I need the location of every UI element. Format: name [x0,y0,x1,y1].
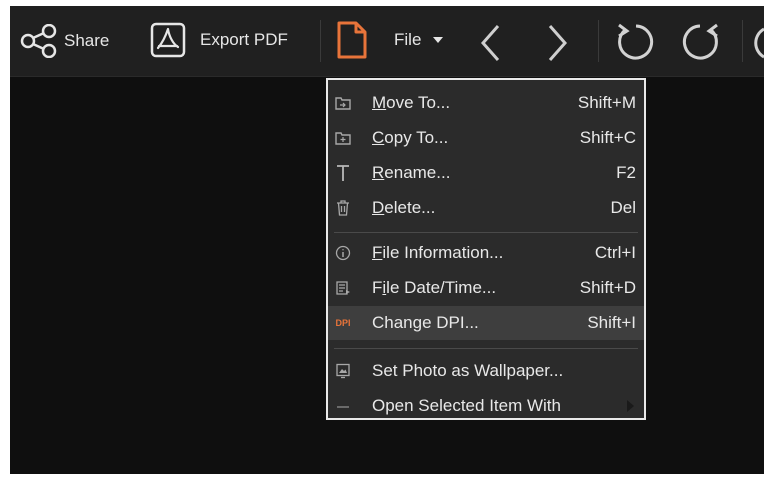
rotate-right-icon [678,21,722,63]
chevron-left-icon [478,23,504,63]
menu-item-open-with[interactable]: Open Selected Item With [328,389,644,423]
export-pdf-button[interactable]: Export PDF [150,22,288,58]
chevron-right-icon [544,23,570,63]
trash-icon [332,197,354,219]
file-dropdown-menu: Move To... Shift+M Copy To... Shift+C Re… [326,78,646,420]
partial-icon [752,23,764,63]
menu-item-label: Open Selected Item With [372,396,561,415]
menu-item-label: File Information... [372,243,504,262]
open-with-icon [332,395,354,417]
folder-move-icon [332,92,354,114]
menu-item-delete[interactable]: Delete... Del [328,191,644,225]
next-button[interactable] [544,23,570,63]
rotate-right-button[interactable] [678,21,722,63]
menu-item-label: File Date/Time... [372,278,497,297]
menu-item-label: Move To... [372,93,451,112]
dpi-icon: DPI [335,318,351,328]
share-button[interactable]: Share [20,24,109,58]
toolbar-divider [742,20,743,62]
menu-item-file-date-time[interactable]: File Date/Time... Shift+D [328,271,644,305]
rotate-left-button[interactable] [614,21,658,63]
menu-separator [334,232,638,233]
wallpaper-icon [332,360,354,382]
menu-item-shortcut: Del [610,198,636,217]
toolbar: Share Export PDF File [10,6,764,77]
file-menu-button[interactable]: File [336,20,444,60]
menu-item-label: Copy To... [372,128,449,147]
menu-separator [334,348,638,349]
menu-item-file-information[interactable]: File Information... Ctrl+I [328,236,644,270]
file-date-icon [332,277,354,299]
share-label: Share [64,31,110,50]
submenu-arrow-icon [627,400,634,412]
folder-copy-icon [332,127,354,149]
menu-item-label: Rename... [372,163,451,182]
toolbar-divider [320,20,321,62]
menu-item-shortcut: Ctrl+I [594,243,636,262]
file-menu-label: File [394,30,422,49]
pdf-icon [150,22,186,58]
file-icon [336,20,368,60]
overflow-tool-button[interactable] [752,23,764,63]
menu-item-label: Delete... [372,198,436,217]
toolbar-divider [598,20,599,62]
menu-item-rename[interactable]: Rename... F2 [328,156,644,190]
menu-item-set-wallpaper[interactable]: Set Photo as Wallpaper... [328,354,644,388]
rotate-left-icon [614,21,658,63]
previous-button[interactable] [478,23,504,63]
rename-icon [332,162,354,184]
menu-item-copy-to[interactable]: Copy To... Shift+C [328,121,644,155]
share-icon [20,24,58,58]
menu-item-shortcut: Shift+M [577,93,636,112]
menu-item-shortcut: Shift+I [587,313,636,332]
dropdown-caret-icon [433,36,444,44]
menu-item-label: Set Photo as Wallpaper... [372,361,564,380]
menu-item-change-dpi[interactable]: DPI Change DPI... Shift+I [328,306,644,340]
menu-item-shortcut: Shift+D [579,278,636,297]
menu-item-shortcut: Shift+C [579,128,636,147]
menu-item-move-to[interactable]: Move To... Shift+M [328,86,644,120]
menu-item-label: Change DPI... [372,313,479,332]
info-icon [332,242,354,264]
export-pdf-label: Export PDF [200,30,288,49]
app-window: Share Export PDF File Move To... Shift+M… [10,6,764,474]
menu-item-shortcut: F2 [616,163,636,182]
